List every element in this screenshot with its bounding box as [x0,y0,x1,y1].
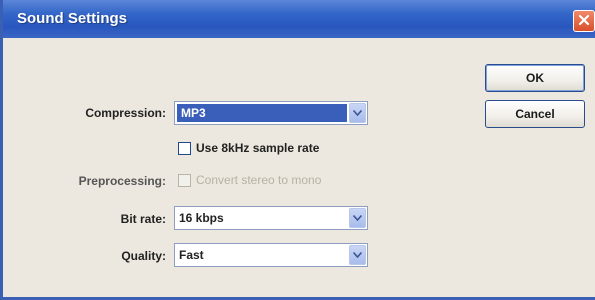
title-bar[interactable]: Sound Settings [3,0,595,38]
compression-select[interactable]: MP3 [174,101,368,125]
sample-rate-option[interactable]: Use 8kHz sample rate [178,141,319,155]
quality-label: Quality: [121,249,166,263]
close-icon [578,14,590,29]
bit-rate-value: 16 kbps [179,211,224,225]
cancel-button[interactable]: Cancel [485,100,585,128]
dialog-title: Sound Settings [17,10,127,27]
dialog-content: OK Cancel Compression: MP3 Use 8kHz samp… [6,38,595,297]
close-button[interactable] [573,10,595,32]
sample-rate-label: Use 8kHz sample rate [196,141,320,155]
preprocessing-label: Preprocessing: [78,174,166,188]
chevron-down-icon[interactable] [349,208,366,228]
sample-rate-checkbox[interactable] [178,141,191,155]
ok-button[interactable]: OK [485,64,585,92]
quality-value: Fast [179,248,204,262]
preprocessing-option: Convert stereo to mono [178,173,321,187]
convert-stereo-label: Convert stereo to mono [196,173,322,187]
bit-rate-label: Bit rate: [120,212,166,226]
sound-settings-dialog: Sound Settings OK Cancel Compression: MP… [0,0,595,300]
convert-stereo-checkbox [178,173,191,187]
compression-value: MP3 [177,104,347,122]
chevron-down-icon[interactable] [349,103,366,123]
compression-label: Compression: [85,106,166,120]
bit-rate-select[interactable]: 16 kbps [174,206,368,230]
quality-select[interactable]: Fast [174,243,368,267]
chevron-down-icon[interactable] [349,245,366,265]
